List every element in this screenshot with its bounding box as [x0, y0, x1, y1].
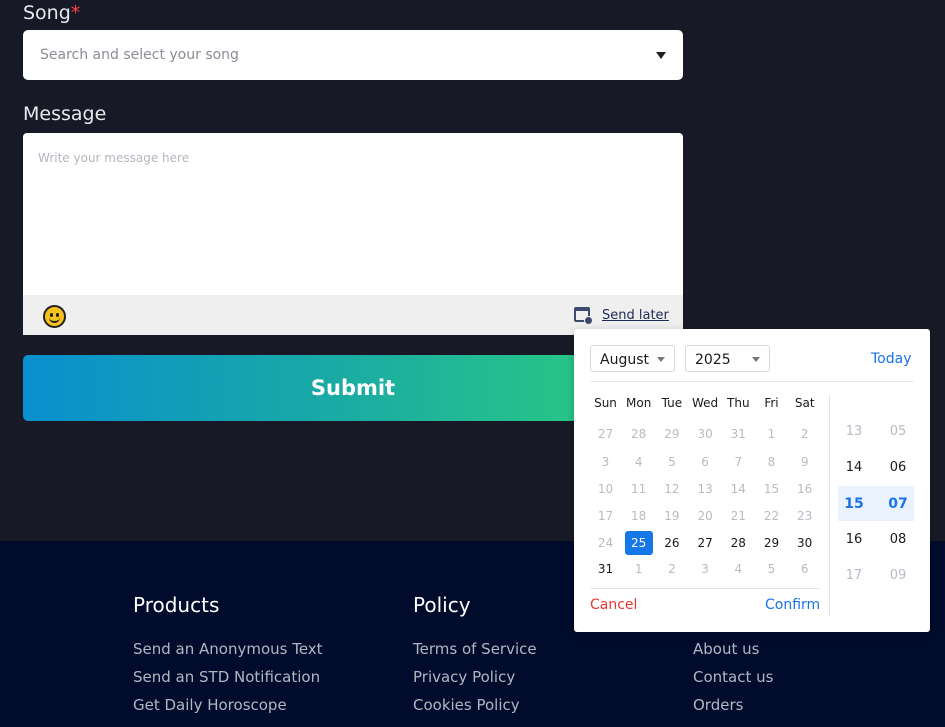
chevron-down-icon: [752, 357, 760, 362]
calendar-clock-icon[interactable]: [574, 307, 593, 325]
year-select[interactable]: 2025: [685, 345, 770, 372]
calendar-day[interactable]: 31: [724, 422, 752, 446]
minute-option[interactable]: 08: [879, 522, 917, 558]
calendar-day[interactable]: 27: [691, 531, 719, 555]
calendar-day[interactable]: 3: [592, 450, 620, 474]
calendar-day[interactable]: 29: [658, 422, 686, 446]
calendar-day[interactable]: 5: [758, 557, 786, 581]
calendar-day[interactable]: 29: [758, 531, 786, 555]
song-select[interactable]: Search and select your song: [23, 30, 683, 80]
cancel-button[interactable]: Cancel: [590, 597, 637, 613]
song-select-placeholder: Search and select your song: [40, 47, 239, 63]
chevron-down-icon: [657, 357, 665, 362]
calendar-day[interactable]: 26: [658, 531, 686, 555]
calendar-day[interactable]: 10: [592, 477, 620, 501]
calendar-day[interactable]: 19: [658, 504, 686, 528]
calendar-day[interactable]: 24: [592, 531, 620, 555]
footer-link[interactable]: Cookies Policy: [413, 696, 537, 724]
calendar-day[interactable]: 16: [791, 477, 819, 501]
minute-option[interactable]: 09: [879, 558, 917, 594]
footer-link[interactable]: Send an STD Notification: [133, 668, 323, 696]
calendar-day[interactable]: 1: [625, 557, 653, 581]
hour-option[interactable]: 14: [835, 450, 873, 486]
weekday-label: Wed: [692, 396, 719, 410]
month-select[interactable]: August: [590, 345, 675, 372]
calendar-day[interactable]: 17: [592, 504, 620, 528]
calendar-day[interactable]: 7: [724, 450, 752, 474]
calendar-day[interactable]: 8: [758, 450, 786, 474]
emoji-icon[interactable]: [43, 305, 66, 328]
hour-option[interactable]: 15: [835, 486, 873, 522]
calendar-day[interactable]: 28: [625, 422, 653, 446]
song-label: Song*: [23, 2, 80, 24]
month-value: August: [600, 352, 649, 368]
message-placeholder: Write your message here: [38, 151, 190, 165]
minute-option[interactable]: 07: [879, 486, 917, 522]
calendar-day[interactable]: 27: [592, 422, 620, 446]
calendar-day[interactable]: 22: [758, 504, 786, 528]
footer-link[interactable]: Orders: [693, 696, 773, 724]
message-label: Message: [23, 103, 107, 125]
weekday-label: Thu: [727, 396, 750, 410]
calendar-day[interactable]: 5: [658, 450, 686, 474]
hour-option[interactable]: 16: [835, 522, 873, 558]
weekday-label: Sat: [794, 396, 815, 410]
calendar-day[interactable]: 18: [625, 504, 653, 528]
calendar-day[interactable]: 13: [691, 477, 719, 501]
minute-option[interactable]: 06: [879, 450, 917, 486]
calendar-day[interactable]: 1: [758, 422, 786, 446]
calendar-day[interactable]: 6: [691, 450, 719, 474]
calendar-day[interactable]: 20: [691, 504, 719, 528]
calendar-day[interactable]: 6: [791, 557, 819, 581]
calendar-day[interactable]: 31: [592, 557, 620, 581]
weekday-label: Tue: [661, 396, 683, 410]
calendar-day[interactable]: 21: [724, 504, 752, 528]
calendar-day[interactable]: 11: [625, 477, 653, 501]
date-time-picker: August 2025 Today Sun Mon Tue Wed Thu Fri Sat …: [574, 329, 930, 632]
calendar-day[interactable]: 30: [691, 422, 719, 446]
hour-option[interactable]: 17: [835, 558, 873, 594]
chevron-down-icon: [656, 52, 666, 59]
weekday-label: Fri: [764, 396, 779, 410]
calendar-day[interactable]: 30: [791, 531, 819, 555]
today-button[interactable]: Today: [871, 351, 912, 367]
footer-link[interactable]: Contact us: [693, 668, 773, 696]
footer-column-policy: Policy Terms of Service Privacy Policy C…: [413, 593, 537, 724]
calendar-day[interactable]: 25: [624, 531, 653, 555]
calendar-day[interactable]: 28: [724, 531, 752, 555]
song-label-text: Song: [23, 2, 71, 24]
required-mark: *: [70, 2, 81, 24]
calendar-day[interactable]: 4: [625, 450, 653, 474]
footer-heading: Products: [133, 593, 220, 617]
calendar-day[interactable]: 23: [791, 504, 819, 528]
hour-option[interactable]: 13: [835, 414, 873, 450]
calendar-day[interactable]: 4: [724, 557, 752, 581]
footer-link[interactable]: Terms of Service: [413, 640, 537, 668]
confirm-button[interactable]: Confirm: [765, 597, 820, 613]
calendar-day[interactable]: 3: [691, 557, 719, 581]
calendar-day[interactable]: 12: [658, 477, 686, 501]
divider: [590, 381, 914, 382]
calendar-day[interactable]: 15: [758, 477, 786, 501]
footer-heading: Policy: [413, 593, 471, 617]
year-value: 2025: [695, 352, 731, 368]
send-later-link[interactable]: Send later: [602, 308, 669, 323]
footer-link[interactable]: Send an Anonymous Text: [133, 640, 323, 668]
calendar-day[interactable]: 14: [724, 477, 752, 501]
calendar-day[interactable]: 2: [658, 557, 686, 581]
footer-column-products: Products Send an Anonymous Text Send an …: [133, 593, 323, 724]
weekday-label: Sun: [594, 396, 617, 410]
footer-link[interactable]: Get Daily Horoscope: [133, 696, 323, 724]
divider: [590, 588, 820, 589]
message-textarea[interactable]: Write your message here Send later: [23, 133, 683, 335]
footer-link[interactable]: About us: [693, 640, 773, 668]
footer-link[interactable]: Privacy Policy: [413, 668, 537, 696]
weekday-label: Mon: [626, 396, 652, 410]
calendar-day[interactable]: 2: [791, 422, 819, 446]
divider: [829, 395, 830, 617]
minute-option[interactable]: 05: [879, 414, 917, 450]
calendar-day[interactable]: 9: [791, 450, 819, 474]
